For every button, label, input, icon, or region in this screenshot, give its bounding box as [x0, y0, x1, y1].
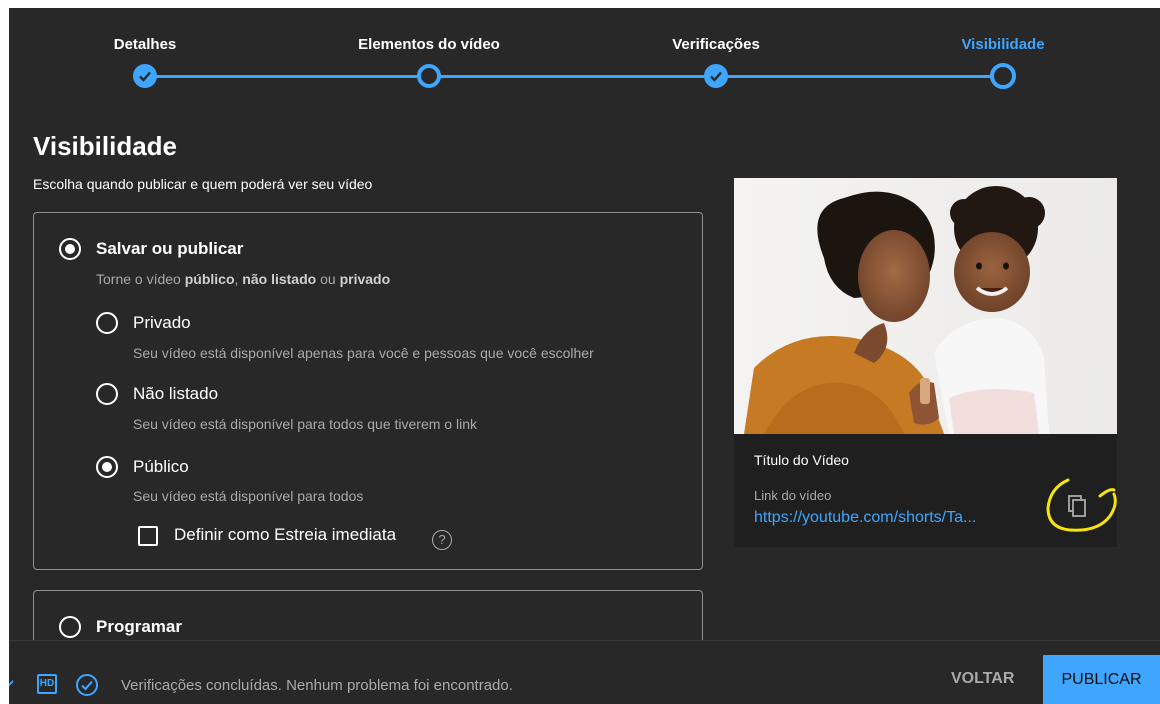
step-label-checks[interactable]: Verificações [672, 36, 760, 53]
schedule-label[interactable]: Programar [96, 617, 182, 637]
check-circle-icon [76, 674, 98, 696]
video-preview-card: Título do Vídeo Link do vídeo https://yo… [734, 178, 1117, 547]
step-check-icon[interactable] [704, 64, 728, 88]
back-button[interactable]: VOLTAR [945, 661, 1017, 697]
preview-video-title: Título do Vídeo [754, 452, 849, 468]
preview-link-label: Link do vídeo [754, 488, 832, 503]
premiere-checkbox[interactable] [138, 526, 158, 546]
premiere-label[interactable]: Definir como Estreia imediata [174, 525, 396, 545]
private-radio[interactable] [96, 312, 118, 334]
step-label-visibility[interactable]: Visibilidade [961, 36, 1044, 53]
desc-private: privado [339, 271, 391, 287]
desc-or: ou [316, 271, 340, 287]
desc-public: público [184, 271, 235, 287]
save-publish-label[interactable]: Salvar ou publicar [96, 239, 243, 259]
desc-text: Torne o vídeo [96, 271, 185, 287]
public-radio[interactable] [96, 456, 118, 478]
footer-status-text: Verificações concluídas. Nenhum problema… [121, 677, 513, 694]
page-title: Visibilidade [33, 131, 178, 161]
unlisted-label[interactable]: Não listado [133, 384, 218, 404]
private-description: Seu vídeo está disponível apenas para vo… [133, 345, 594, 361]
save-publish-description: Torne o vídeo público, não listado ou pr… [96, 271, 390, 287]
hd-badge-icon: HD [37, 674, 57, 694]
public-label[interactable]: Público [133, 457, 189, 477]
publish-button[interactable]: PUBLICAR [1043, 655, 1160, 704]
video-thumbnail[interactable] [734, 178, 1117, 434]
upload-dialog: Detalhes Elementos do vídeo Verificações… [9, 8, 1160, 704]
step-open-dot-icon[interactable] [417, 64, 441, 88]
preview-link-url[interactable]: https://youtube.com/shorts/Ta... [754, 509, 976, 527]
unlisted-radio[interactable] [96, 383, 118, 405]
upload-arrow-icon [9, 680, 14, 687]
desc-unlisted: não listado [242, 271, 317, 287]
step-label-details[interactable]: Detalhes [114, 36, 177, 53]
step-active-dot-icon[interactable] [990, 63, 1016, 89]
unlisted-description: Seu vídeo está disponível para todos que… [133, 416, 477, 432]
yellow-circle-annotation [1046, 478, 1117, 532]
help-icon[interactable]: ? [432, 530, 452, 550]
schedule-radio[interactable] [59, 616, 81, 638]
page-subtitle: Escolha quando publicar e quem poderá ve… [33, 176, 373, 192]
step-check-icon[interactable] [133, 64, 157, 88]
save-publish-card: Salvar ou publicar Torne o vídeo público… [33, 212, 703, 570]
save-publish-radio[interactable] [59, 238, 81, 260]
private-label[interactable]: Privado [133, 313, 191, 333]
step-label-video-elements[interactable]: Elementos do vídeo [358, 36, 500, 53]
stepper-progress-line [145, 75, 1011, 78]
dialog-footer: HD Verificações concluídas. Nenhum probl… [9, 640, 1160, 704]
public-description: Seu vídeo está disponível para todos [133, 488, 364, 504]
